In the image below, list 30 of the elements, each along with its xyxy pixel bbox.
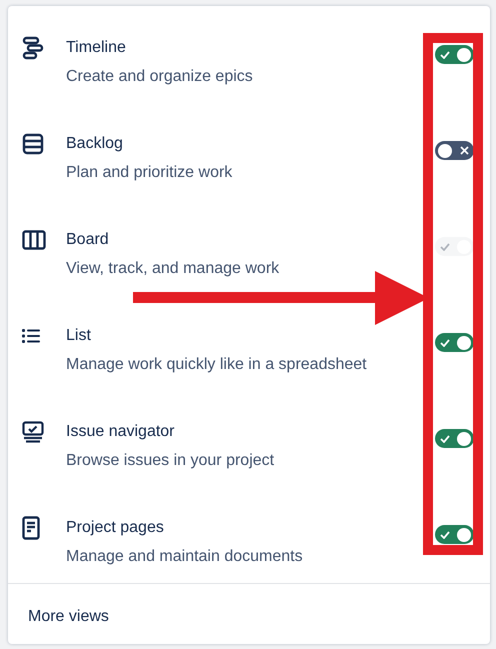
- document-icon: [22, 516, 40, 540]
- view-title: List: [66, 326, 92, 346]
- view-title: Backlog: [66, 134, 124, 154]
- view-description: Browse issues in your project: [66, 451, 276, 471]
- check-icon: [440, 434, 450, 442]
- toggle-switch[interactable]: [435, 45, 474, 64]
- toggle-switch[interactable]: [435, 333, 474, 352]
- list-icon: [22, 329, 40, 343]
- close-icon: [460, 146, 469, 155]
- more-views-link[interactable]: More views: [8, 584, 490, 628]
- toggle-switch[interactable]: [435, 429, 474, 448]
- view-description: View, track, and manage work: [66, 259, 280, 279]
- view-title: Project pages: [66, 518, 165, 538]
- view-title: Timeline: [66, 38, 127, 58]
- check-icon: [440, 50, 450, 58]
- check-icon: [440, 530, 450, 538]
- view-description: Manage work quickly like in a spreadsheet: [66, 355, 368, 375]
- backlog-icon: [22, 133, 44, 155]
- timeline-icon: [22, 36, 44, 60]
- board-icon: [22, 230, 46, 250]
- view-description: Plan and prioritize work: [66, 163, 234, 183]
- check-icon: [440, 338, 450, 346]
- view-description: Create and organize epics: [66, 67, 254, 87]
- view-title: Issue navigator: [66, 422, 176, 442]
- view-title: Board: [66, 230, 110, 250]
- monitor-check-icon: [22, 421, 44, 443]
- view-description: Manage and maintain documents: [66, 547, 304, 567]
- toggle-switch[interactable]: [435, 525, 474, 544]
- toggle-switch[interactable]: [435, 141, 474, 160]
- check-icon: [440, 242, 450, 250]
